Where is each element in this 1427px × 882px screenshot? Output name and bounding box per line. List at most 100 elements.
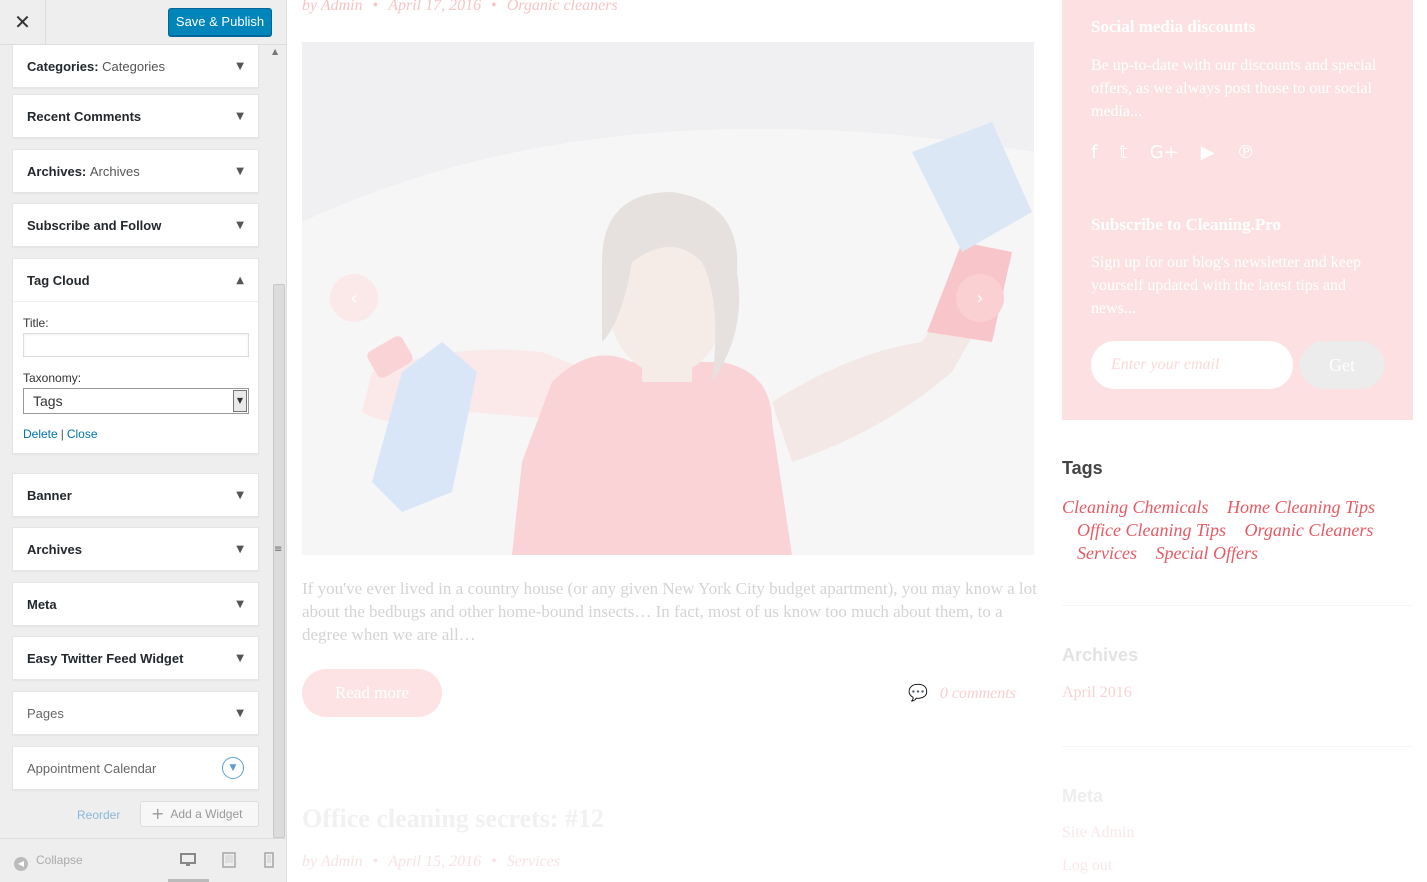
close-icon[interactable]: ✕ bbox=[0, 0, 46, 45]
close-link[interactable]: Close bbox=[67, 427, 98, 441]
collapse-label: Collapse bbox=[36, 853, 83, 867]
tag-link[interactable]: Office Cleaning Tips bbox=[1077, 520, 1226, 540]
facebook-icon[interactable]: f bbox=[1091, 142, 1097, 163]
widget-title-bar[interactable]: Meta ▼ bbox=[13, 583, 258, 625]
widget-title-bar[interactable]: Pages ▼ bbox=[13, 692, 258, 734]
expand-arrow-icon[interactable]: ▼ bbox=[236, 599, 244, 610]
pinterest-icon[interactable]: ℗ bbox=[1237, 142, 1255, 163]
expand-arrow-icon[interactable]: ▼ bbox=[236, 166, 244, 177]
get-button[interactable]: Get bbox=[1300, 341, 1384, 389]
widget-title-bar[interactable]: Appointment Calendar ▼ bbox=[13, 747, 258, 789]
widget-title-bar[interactable]: Tag Cloud ▲ bbox=[13, 259, 258, 301]
widget-title-bar[interactable]: Archives ▼ bbox=[13, 528, 258, 570]
chevron-down-icon[interactable]: ▼ bbox=[233, 390, 247, 412]
slider-prev-button[interactable]: ‹ bbox=[330, 274, 378, 322]
widget-banner[interactable]: Banner ▼ bbox=[12, 473, 259, 517]
site-preview: by Admin • April 17, 2016 • Organic cleaners… bbox=[287, 0, 1427, 882]
widget-meta[interactable]: Meta ▼ bbox=[12, 582, 259, 626]
featured-image bbox=[302, 42, 1034, 555]
expand-arrow-icon[interactable]: ▼ bbox=[236, 653, 244, 664]
widget-subtitle: Archives bbox=[89, 163, 140, 179]
tag-link[interactable]: Cleaning Chemicals bbox=[1062, 497, 1209, 517]
google-plus-icon[interactable]: G+ bbox=[1150, 142, 1179, 163]
post-meta: by Admin • April 15, 2016 • Services bbox=[302, 853, 561, 870]
tag-link[interactable]: Organic Cleaners bbox=[1245, 520, 1374, 540]
expand-arrow-icon[interactable]: ▼ bbox=[236, 111, 244, 122]
widget-title-bar[interactable]: Easy Twitter Feed Widget ▼ bbox=[13, 637, 258, 679]
post-author[interactable]: by Admin bbox=[302, 0, 363, 14]
social-icons: f 𝕥 G+ ▶ ℗ bbox=[1091, 142, 1255, 163]
widget-title: Tag Cloud bbox=[27, 272, 90, 288]
tablet-preview-icon[interactable] bbox=[221, 852, 237, 868]
featured-image-slider[interactable]: ‹ › bbox=[302, 42, 1034, 555]
post-date[interactable]: April 15, 2016 bbox=[388, 853, 481, 870]
scroll-up-arrow-icon[interactable]: ▲ bbox=[272, 47, 278, 56]
expand-arrow-icon[interactable]: ▼ bbox=[236, 544, 244, 555]
post-category[interactable]: Services bbox=[507, 853, 560, 870]
mobile-preview-icon[interactable] bbox=[261, 852, 277, 868]
twitter-icon[interactable]: 𝕥 bbox=[1119, 142, 1127, 163]
reorder-link[interactable]: Reorder bbox=[77, 808, 120, 822]
tag-cloud: Cleaning Chemicals Home Cleaning Tips Of… bbox=[1062, 496, 1397, 565]
scroll-grip-icon: ≡ bbox=[274, 544, 283, 555]
widget-subscribe-follow[interactable]: Subscribe and Follow ▼ bbox=[12, 203, 259, 247]
meta-link[interactable]: Site Admin bbox=[1062, 824, 1134, 842]
social-discounts-text: Be up-to-date with our discounts and spe… bbox=[1091, 57, 1377, 120]
read-more-button[interactable]: Read more bbox=[302, 669, 442, 717]
widget-title: Meta bbox=[27, 596, 57, 612]
widget-title-bar[interactable]: Subscribe and Follow ▼ bbox=[13, 204, 258, 246]
archive-link[interactable]: April 2016 bbox=[1062, 684, 1132, 702]
taxonomy-label: Taxonomy: bbox=[23, 371, 82, 385]
meta-link[interactable]: Log out bbox=[1062, 857, 1112, 875]
widget-title: Subscribe and Follow bbox=[27, 217, 162, 233]
expand-arrow-icon[interactable]: ▼ bbox=[222, 757, 244, 779]
widget-archives-2[interactable]: Archives ▼ bbox=[12, 527, 259, 571]
tag-link[interactable]: Services bbox=[1077, 543, 1137, 563]
widget-title-bar[interactable]: Recent Comments ▼ bbox=[13, 95, 258, 137]
widget-title-bar[interactable]: Archives: Archives ▼ bbox=[13, 150, 258, 192]
comments-link[interactable]: 💬 0 comments bbox=[908, 683, 1016, 703]
comment-bubble-icon: 💬 bbox=[908, 683, 928, 702]
post-date[interactable]: April 17, 2016 bbox=[388, 0, 481, 14]
tag-link[interactable]: Home Cleaning Tips bbox=[1227, 497, 1375, 517]
desktop-preview-icon[interactable] bbox=[180, 852, 196, 868]
widget-subtitle: Categories bbox=[102, 58, 166, 74]
widget-twitter-feed[interactable]: Easy Twitter Feed Widget ▼ bbox=[12, 636, 259, 680]
delete-link[interactable]: Delete bbox=[23, 427, 58, 441]
widget-title: Easy Twitter Feed Widget bbox=[27, 650, 184, 666]
widget-title-bar[interactable]: Banner ▼ bbox=[13, 474, 258, 516]
widget-title-bar[interactable]: Categories: Categories ▼ bbox=[13, 45, 258, 87]
widget-tag-cloud[interactable]: Tag Cloud ▲ Title: Taxonomy: Tags ▼ Dele… bbox=[12, 258, 259, 454]
save-publish-button[interactable]: Save & Publish bbox=[168, 8, 272, 36]
expand-arrow-icon[interactable]: ▼ bbox=[236, 708, 244, 719]
expand-arrow-icon[interactable]: ▼ bbox=[236, 490, 244, 501]
divider bbox=[1062, 746, 1413, 747]
post-author[interactable]: by Admin bbox=[302, 853, 363, 870]
post-title[interactable]: Office cleaning secrets: #12 bbox=[302, 804, 604, 834]
email-input[interactable]: Enter your email bbox=[1091, 341, 1293, 389]
post-category[interactable]: Organic cleaners bbox=[507, 0, 618, 14]
widget-appointment-calendar[interactable]: Appointment Calendar ▼ bbox=[12, 746, 259, 790]
widget-recent-comments[interactable]: Recent Comments ▼ bbox=[12, 94, 259, 138]
widget-pages[interactable]: Pages ▼ bbox=[12, 691, 259, 735]
widget-title: Banner bbox=[27, 487, 72, 503]
widget-categories[interactable]: Categories: Categories ▼ bbox=[12, 45, 259, 88]
tag-link[interactable]: Special Offers bbox=[1155, 543, 1257, 563]
expand-arrow-icon[interactable]: ▼ bbox=[236, 220, 244, 231]
widget-archives-1[interactable]: Archives: Archives ▼ bbox=[12, 149, 259, 193]
widget-title: Pages bbox=[27, 705, 64, 721]
title-input[interactable] bbox=[23, 333, 249, 357]
subscribe-title: Subscribe to Cleaning.Pro bbox=[1091, 215, 1282, 234]
expand-arrow-icon[interactable]: ▼ bbox=[236, 61, 244, 72]
collapse-arrow-icon[interactable]: ▲ bbox=[236, 275, 244, 286]
add-widget-label: Add a Widget bbox=[170, 807, 243, 821]
slider-next-button[interactable]: › bbox=[956, 274, 1004, 322]
taxonomy-select[interactable]: Tags ▼ bbox=[23, 388, 249, 414]
scrollbar-thumb[interactable] bbox=[273, 284, 285, 838]
customizer-footer: ◀ Collapse bbox=[0, 838, 286, 882]
widget-actions: Delete | Close bbox=[23, 427, 248, 441]
collapse-button[interactable]: ◀ Collapse bbox=[14, 853, 83, 871]
add-widget-button[interactable]: + Add a Widget bbox=[140, 801, 259, 827]
youtube-icon[interactable]: ▶ bbox=[1201, 142, 1215, 163]
customizer-sidebar: ✕ Save & Publish Categories: Categories … bbox=[0, 0, 287, 882]
